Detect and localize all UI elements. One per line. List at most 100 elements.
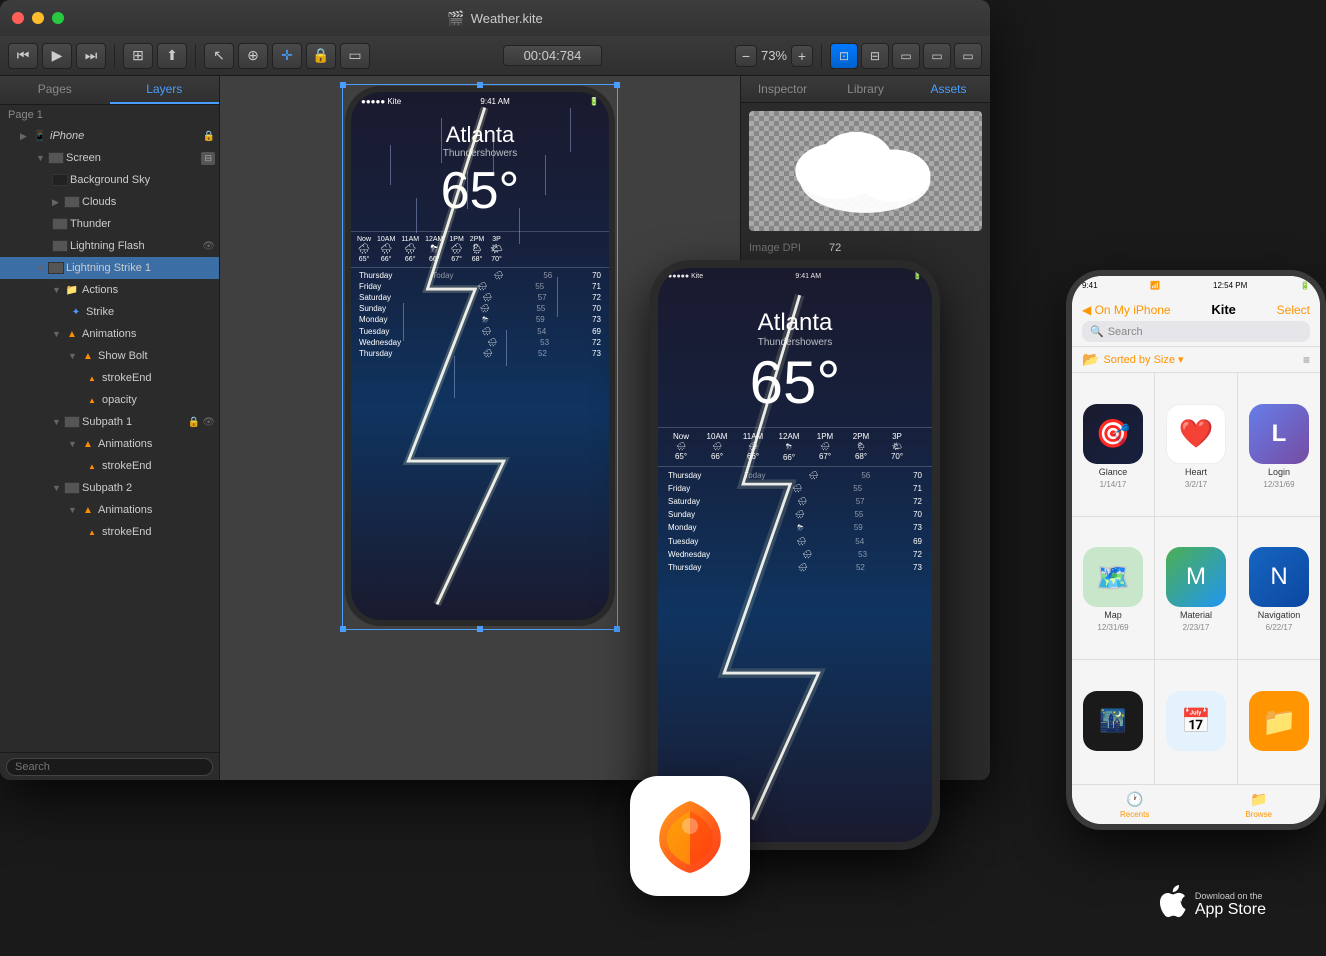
show-bolt-icon: ▲ [80,348,96,364]
layer-screen[interactable]: ▼ Screen ⊟ [0,147,219,169]
phone3-status-bar: 9:41 📶 12:54 PM 🔋 [1072,276,1320,294]
layer-strike[interactable]: ✦ Strike [0,301,219,323]
view-btn-1[interactable]: ⊡ [830,43,858,69]
tab-layers[interactable]: Layers [110,76,220,104]
toolbar-layout-btn[interactable]: ⊞ [123,43,153,69]
kite-logo-svg [645,791,735,881]
fm-select-btn[interactable]: Select [1277,303,1310,317]
tab-assets[interactable]: Assets [907,76,990,102]
eye-icon[interactable]: 👁 [202,417,215,428]
app-icon [630,776,750,896]
fm-cell-cal[interactable]: 📅 [1155,660,1237,784]
chevron-icon: ▼ [52,483,62,493]
fm-browse-btn[interactable]: 📁 Browse [1245,791,1272,819]
p2-11am: 11AM🌧66° [738,432,768,462]
recents-icon: 🕐 [1126,791,1143,808]
layer-thunder[interactable]: Thunder [0,213,219,235]
forecast-row-thu: ThursdayToday🌧5670 [359,270,601,281]
layer-animations-2[interactable]: ▼ ▲ Animations [0,433,219,455]
toolbar-lock-btn[interactable]: 🔒 [306,43,336,69]
layer-animations-3[interactable]: ▼ ▲ Animations [0,499,219,521]
view-btn-2[interactable]: ⊟ [861,43,889,69]
fm-cell-material[interactable]: M Material 2/23/17 [1155,517,1237,660]
layer-subpath-1[interactable]: ▼ Subpath 1 🔒 👁 [0,411,219,433]
appstore-badge[interactable]: Download on the App Store [1157,883,1266,926]
handle-br[interactable] [614,626,620,632]
fm-recents-btn[interactable]: 🕐 Recents [1120,791,1149,819]
stroke-end-icon: ▲ [84,370,100,386]
toolbar-play-btn[interactable]: ▶ [42,43,72,69]
handle-bl[interactable] [340,626,346,632]
chevron-icon: ▼ [68,351,78,361]
weather-city: Atlanta [363,122,597,148]
toolbar-cursor-btn[interactable]: ↖ [204,43,234,69]
layer-iphone[interactable]: ▶ 📱 iPhone 🔒 [0,125,219,147]
layer-animations-2-label: Animations [98,438,215,450]
layer-show-bolt-label: Show Bolt [98,350,215,362]
search-icon: 🔍 [1090,325,1104,338]
fm-grid: 🎯 Glance 1/14/17 ❤️ Heart 3/2/17 L [1072,373,1320,784]
layer-lightning-strike-1[interactable]: ▼ Lightning Strike 1 [0,257,219,279]
toolbar-rect-btn[interactable]: ▭ [340,43,370,69]
chevron-icon: ▼ [52,285,62,295]
lightning-strike-thumb [48,262,64,274]
handle-bm[interactable] [477,626,483,632]
view-btn-3[interactable]: ▭ [892,43,920,69]
bg-sky-thumb [52,174,68,186]
layer-subpath-2[interactable]: ▼ Subpath 2 [0,477,219,499]
layer-clouds[interactable]: ▶ Clouds [0,191,219,213]
layer-stroke-end-2[interactable]: ▲ strokeEnd [0,455,219,477]
list-view-icon[interactable]: ≡ [1303,353,1310,367]
fm-thumb-glance: 🎯 [1083,404,1143,464]
layer-opacity[interactable]: ▲ opacity [0,389,219,411]
minimize-button[interactable] [32,12,44,24]
layer-search-input[interactable] [6,758,213,776]
daily-forecast: ThursdayToday🌧5670 Friday🌧5571 Saturday🌧… [351,267,609,361]
zoom-minus-btn[interactable]: − [735,45,757,67]
layer-thunder-label: Thunder [70,218,215,230]
fm-cell-login[interactable]: L Login 12/31/69 [1238,373,1320,516]
fm-cell-glance[interactable]: 🎯 Glance 1/14/17 [1072,373,1154,516]
fm-cell-map[interactable]: 🗺️ Map 12/31/69 [1072,517,1154,660]
p2-3p: 3P🌤70° [882,432,912,462]
layer-show-bolt[interactable]: ▼ ▲ Show Bolt [0,345,219,367]
strike-icon: ✦ [68,304,84,320]
fm-sort-label[interactable]: Sorted by Size ▾ [1103,353,1299,366]
layer-actions[interactable]: ▼ 📁 Actions [0,279,219,301]
toolbar-share-btn[interactable]: ⬆ [157,43,187,69]
toolbar-sep-3 [821,44,822,68]
eye-icon[interactable]: 👁 [202,241,215,252]
fm-cell-folder[interactable]: 📁 [1238,660,1320,784]
zoom-plus-btn[interactable]: + [791,45,813,67]
fm-name-glance: Glance [1099,467,1128,477]
layer-stroke-end-1[interactable]: ▲ strokeEnd [0,367,219,389]
layer-stroke-end-3[interactable]: ▲ strokeEnd [0,521,219,543]
toolbar-zoom-tool-btn[interactable]: ⊕ [238,43,268,69]
fm-cell-nav[interactable]: N Navigation 6/22/17 [1238,517,1320,660]
phone-screen: ●●●●● Kite 9:41 AM 🔋 Atlanta Thundershow… [351,92,609,620]
layer-animations[interactable]: ▼ ▲ Animations [0,323,219,345]
fm-cell-dark[interactable]: 🌃 [1072,660,1154,784]
tab-inspector[interactable]: Inspector [741,76,824,102]
layer-bg-sky[interactable]: Background Sky [0,169,219,191]
fm-search-bar[interactable]: 🔍 Search [1082,321,1310,342]
toolbar-back-btn[interactable]: ⏮ [8,43,38,69]
toolbar-forward-btn[interactable]: ⏭ [76,43,106,69]
fm-date-heart: 3/2/17 [1185,480,1207,489]
layer-animations-label: Animations [82,328,215,340]
fm-header: ◀ ◀ On My iPhoneOn My iPhone Kite Select… [1072,294,1320,347]
forecast-row-fri: Friday🌧5571 [359,281,601,292]
view-btn-5[interactable]: ▭ [954,43,982,69]
fm-thumb-login: L [1249,404,1309,464]
close-button[interactable] [12,12,24,24]
fm-back-btn[interactable]: ◀ ◀ On My iPhoneOn My iPhone [1082,303,1171,317]
toolbar-crosshair-btn[interactable]: ✛ [272,43,302,69]
view-btn-4[interactable]: ▭ [923,43,951,69]
layer-lightning-flash[interactable]: Lightning Flash 👁 [0,235,219,257]
fm-cell-heart[interactable]: ❤️ Heart 3/2/17 [1155,373,1237,516]
phone-third: 9:41 📶 12:54 PM 🔋 ◀ ◀ On My iPhoneOn My … [1066,270,1326,830]
image-dpi-row: Image DPI 72 [749,239,982,257]
maximize-button[interactable] [52,12,64,24]
tab-library[interactable]: Library [824,76,907,102]
tab-pages[interactable]: Pages [0,76,110,104]
